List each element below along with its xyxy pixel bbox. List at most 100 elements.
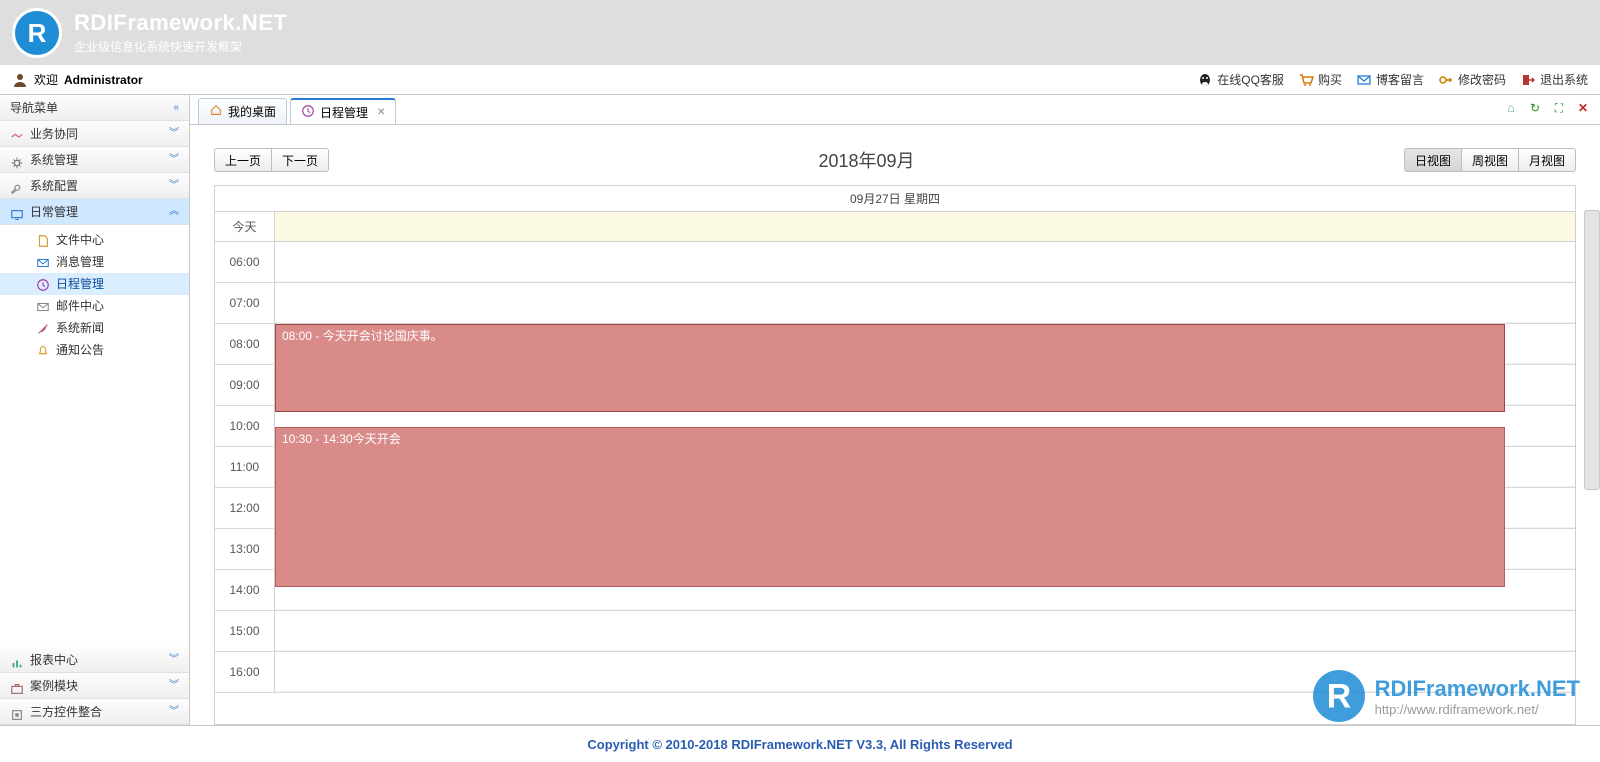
- tab-home[interactable]: 我的桌面: [198, 98, 287, 124]
- app-logo: R: [12, 8, 62, 58]
- welcome-username: Administrator: [64, 73, 143, 87]
- bell-icon: [36, 343, 50, 357]
- tab-label: 我的桌面: [228, 103, 276, 120]
- user-icon: [12, 72, 28, 88]
- tab-tool-refresh-icon[interactable]: ↻: [1526, 99, 1544, 117]
- sidebar-group-report[interactable]: 报表中心︾: [0, 647, 189, 673]
- main-area: 导航菜单 « 业务协同︾系统管理︾系统配置︾日常管理︽文件中心消息管理日程管理邮…: [0, 95, 1600, 725]
- view-week-button[interactable]: 周视图: [1462, 148, 1519, 172]
- tab-tool-fullscreen-icon[interactable]: ⛶: [1550, 99, 1568, 117]
- wrench-icon: [10, 179, 24, 193]
- time-slot[interactable]: 06:00: [215, 242, 1575, 283]
- prev-page-button[interactable]: 上一页: [214, 148, 272, 172]
- tab-sched[interactable]: 日程管理 ✕: [290, 98, 396, 124]
- link-blog[interactable]: 博客留言: [1356, 71, 1424, 88]
- sidebar-item-msg[interactable]: 消息管理: [0, 251, 189, 273]
- tab-label: 日程管理: [320, 104, 368, 121]
- calendar-event[interactable]: 08:00 - 今天开会讨论国庆事。: [275, 324, 1505, 412]
- allday-area[interactable]: [275, 212, 1575, 241]
- sidebar-item-file[interactable]: 文件中心: [0, 229, 189, 251]
- tabstrip: 我的桌面 日程管理 ✕ ⌂ ↻ ⛶ ✕: [190, 95, 1600, 125]
- sidebar: 导航菜单 « 业务协同︾系统管理︾系统配置︾日常管理︽文件中心消息管理日程管理邮…: [0, 95, 190, 725]
- welcome-prefix: 欢迎: [34, 71, 58, 88]
- app-header: R RDIFramework.NET 企业级信息化系统快速开发框架: [0, 0, 1600, 65]
- view-day-button[interactable]: 日视图: [1404, 148, 1462, 172]
- calendar-nav: 上一页 下一页: [214, 148, 329, 172]
- chevron-down-icon: ︾: [169, 647, 179, 673]
- monitor-icon: [10, 205, 24, 219]
- slot-area[interactable]: [275, 283, 1575, 323]
- mail-icon: [36, 255, 50, 269]
- sidebar-group-label: 系统配置: [30, 173, 78, 199]
- home-icon: [209, 103, 223, 120]
- sidebar-group-label: 日常管理: [30, 199, 78, 225]
- allday-row: 今天: [215, 212, 1575, 242]
- sidebar-group-sysmgr[interactable]: 系统管理︾: [0, 147, 189, 173]
- svg-text:R: R: [28, 18, 47, 48]
- sidebar-item-notice[interactable]: 通知公告: [0, 339, 189, 361]
- nav-header[interactable]: 导航菜单 «: [0, 95, 189, 121]
- sidebar-item-label: 文件中心: [56, 229, 104, 251]
- link-qq[interactable]: 在线QQ客服: [1197, 71, 1284, 88]
- slot-area[interactable]: [275, 611, 1575, 651]
- time-label: 09:00: [215, 365, 275, 405]
- collapse-all-icon: «: [173, 95, 179, 121]
- gear-icon: [10, 153, 24, 167]
- watermark-url: http://www.rdiframework.net/: [1375, 702, 1580, 717]
- sidebar-item-news[interactable]: 系统新闻: [0, 317, 189, 339]
- sidebar-item-sched[interactable]: 日程管理: [0, 273, 189, 295]
- sidebar-group-syscfg[interactable]: 系统配置 ︾: [0, 173, 189, 199]
- welcome-block: 欢迎 Administrator: [12, 71, 143, 88]
- close-icon[interactable]: ✕: [377, 107, 385, 118]
- sidebar-group-case[interactable]: 案例模块︾: [0, 673, 189, 699]
- sidebar-item-label: 消息管理: [56, 251, 104, 273]
- link-password[interactable]: 修改密码: [1438, 71, 1506, 88]
- envelope-icon: [36, 299, 50, 313]
- footer: Copyright © 2010-2018 RDIFramework.NET V…: [0, 725, 1600, 762]
- time-label: 07:00: [215, 283, 275, 323]
- time-label: 13:00: [215, 529, 275, 569]
- chevron-down-icon: ︾: [169, 673, 179, 699]
- allday-label: 今天: [215, 212, 275, 241]
- chevron-down-icon: ︾: [169, 121, 179, 147]
- calendar: 上一页 下一页 2018年09月 日视图 周视图 月视图 09月27日 星期四 …: [190, 125, 1600, 725]
- sidebar-group-daily[interactable]: 日常管理 ︽: [0, 199, 189, 225]
- sidebar-group-biz[interactable]: 业务协同︾: [0, 121, 189, 147]
- sidebar-item-label: 邮件中心: [56, 295, 104, 317]
- tab-tool-close-all-icon[interactable]: ✕: [1574, 99, 1592, 117]
- calendar-title: 2018年09月: [818, 147, 914, 173]
- time-slot[interactable]: 15:00: [215, 611, 1575, 652]
- link-logout[interactable]: 退出系统: [1520, 71, 1588, 88]
- bar-icon: [10, 653, 24, 667]
- watermark-title: RDIFramework.NET: [1375, 676, 1580, 702]
- time-label: 08:00: [215, 324, 275, 364]
- clock-icon: [36, 277, 50, 291]
- next-page-button[interactable]: 下一页: [272, 148, 329, 172]
- watermark: R RDIFramework.NET http://www.rdiframewo…: [1313, 670, 1580, 722]
- time-slot[interactable]: 07:00: [215, 283, 1575, 324]
- time-label: 14:00: [215, 570, 275, 610]
- slot-area[interactable]: [275, 242, 1575, 282]
- chevron-up-icon: ︽: [169, 199, 179, 225]
- sidebar-item-mail[interactable]: 邮件中心: [0, 295, 189, 317]
- calendar-event[interactable]: 10:30 - 14:30今天开会: [275, 427, 1505, 587]
- sidebar-item-label: 通知公告: [56, 339, 104, 361]
- watermark-logo: R: [1313, 670, 1365, 722]
- handshake-icon: [10, 127, 24, 141]
- brand-block: RDIFramework.NET 企业级信息化系统快速开发框架: [74, 10, 287, 55]
- feather-icon: [36, 321, 50, 335]
- time-label: 12:00: [215, 488, 275, 528]
- day-header: 09月27日 星期四: [215, 186, 1575, 212]
- sidebar-group-label: 系统管理: [30, 147, 78, 173]
- time-label: 16:00: [215, 652, 275, 692]
- view-switch: 日视图 周视图 月视图: [1404, 148, 1576, 172]
- time-slots[interactable]: 06:0007:0008:0009:0010:0011:0012:0013:00…: [215, 242, 1575, 724]
- sidebar-group-thirdparty[interactable]: 三方控件整合︾: [0, 699, 189, 725]
- link-buy[interactable]: 购买: [1298, 71, 1342, 88]
- tab-tool-home-icon[interactable]: ⌂: [1502, 99, 1520, 117]
- view-month-button[interactable]: 月视图: [1519, 148, 1576, 172]
- svg-text:R: R: [1326, 678, 1350, 716]
- sidebar-item-label: 系统新闻: [56, 317, 104, 339]
- chevron-down-icon: ︾: [169, 173, 179, 199]
- tab-tools: ⌂ ↻ ⛶ ✕: [1502, 99, 1592, 117]
